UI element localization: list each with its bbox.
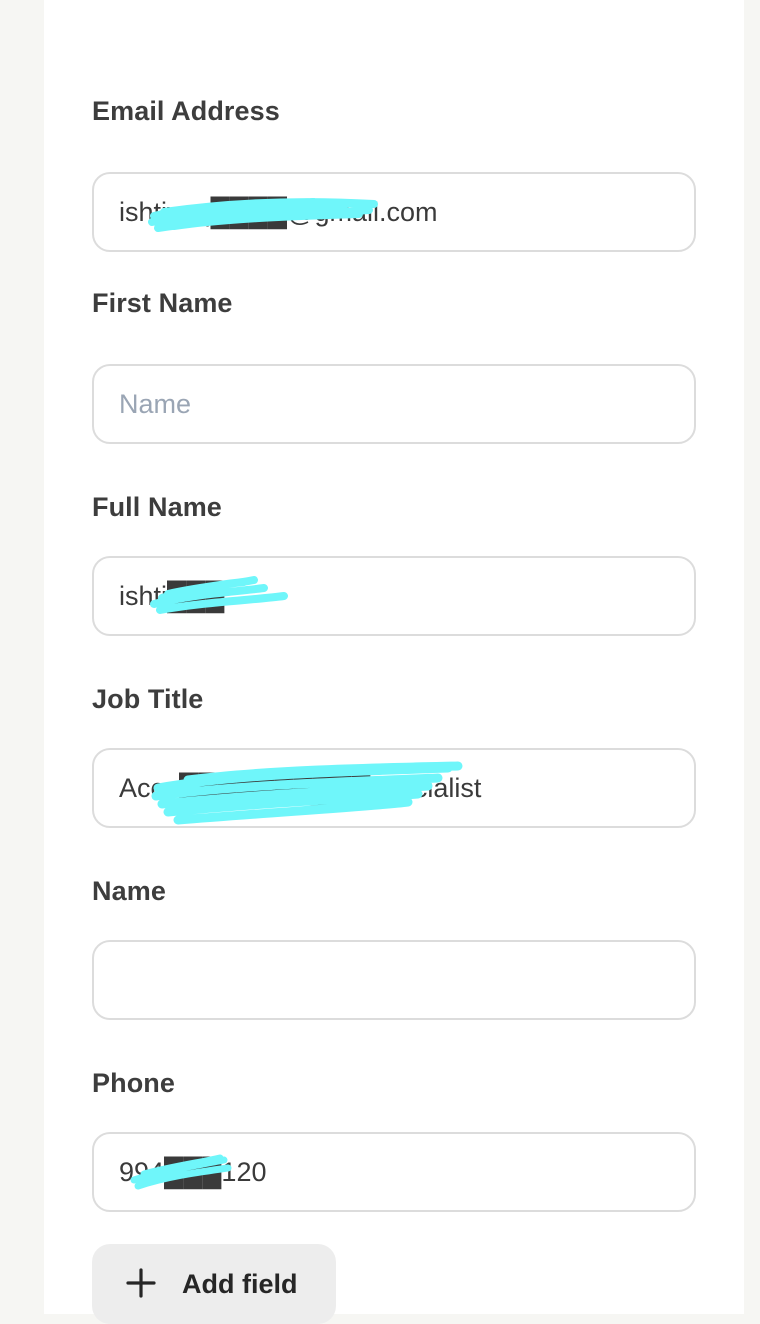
phone-label: Phone: [92, 1068, 176, 1098]
full-name-field[interactable]: ishti███: [92, 556, 696, 636]
email-value: ishtiyaq████@gmail.com: [119, 197, 438, 227]
email-label: Email Address: [92, 96, 280, 126]
add-field-label: Add field: [182, 1269, 298, 1299]
phone-field[interactable]: 994███120: [92, 1132, 696, 1212]
job-title-value: Acco██████████specialist: [119, 773, 482, 803]
full-name-value: ishti███: [119, 581, 225, 611]
name-field[interactable]: [92, 940, 696, 1020]
add-field-button[interactable]: Add field: [92, 1244, 336, 1324]
full-name-label: Full Name: [92, 492, 222, 522]
job-title-field[interactable]: Acco██████████specialist: [92, 748, 696, 828]
phone-value: 994███120: [119, 1157, 267, 1187]
job-title-label: Job Title: [92, 684, 204, 714]
name-label: Name: [92, 876, 166, 906]
email-field[interactable]: ishtiyaq████@gmail.com: [92, 172, 696, 252]
first-name-placeholder: Name: [119, 389, 192, 419]
first-name-field[interactable]: Name: [92, 364, 696, 444]
form-card: Email Address ishtiyaq████@gmail.com Fir…: [44, 0, 744, 1324]
first-name-label: First Name: [92, 288, 233, 318]
plus-icon: [126, 1268, 156, 1298]
